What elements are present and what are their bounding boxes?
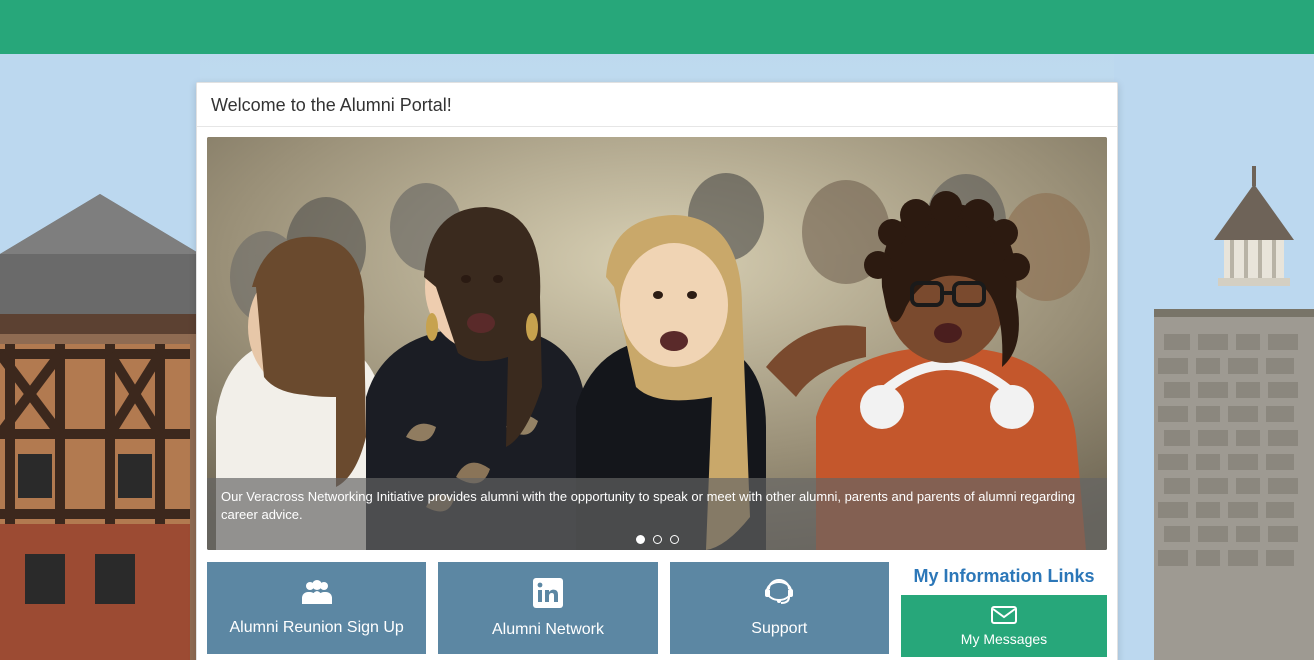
carousel-dot-1[interactable] bbox=[636, 535, 645, 544]
tile-label: Alumni Reunion Sign Up bbox=[230, 619, 404, 637]
carousel-dot-2[interactable] bbox=[653, 535, 662, 544]
hero-carousel[interactable]: Our Veracross Networking Initiative prov… bbox=[207, 137, 1107, 550]
tile-label: Alumni Network bbox=[492, 621, 604, 639]
group-icon bbox=[300, 580, 334, 611]
portal-card: Welcome to the Alumni Portal! bbox=[196, 82, 1118, 660]
tile-support[interactable]: Support bbox=[670, 562, 889, 654]
page-title: Welcome to the Alumni Portal! bbox=[197, 83, 1117, 127]
side-item-label: My Messages bbox=[961, 631, 1047, 647]
side-panel-title: My Information Links bbox=[901, 562, 1107, 589]
support-icon bbox=[763, 579, 795, 612]
carousel-dots bbox=[207, 535, 1107, 544]
linkedin-icon bbox=[533, 578, 563, 613]
carousel-dot-3[interactable] bbox=[670, 535, 679, 544]
tile-alumni-network[interactable]: Alumni Network bbox=[438, 562, 657, 654]
background-left bbox=[0, 54, 200, 660]
top-bar bbox=[0, 0, 1314, 54]
mail-icon bbox=[991, 606, 1017, 627]
tile-label: Support bbox=[751, 620, 807, 638]
tile-row: Alumni Reunion Sign Up Alumni Network Su… bbox=[207, 562, 1107, 657]
tile-alumni-reunion[interactable]: Alumni Reunion Sign Up bbox=[207, 562, 426, 654]
side-my-messages[interactable]: My Messages bbox=[901, 595, 1107, 657]
side-panel: My Information Links My Messages bbox=[901, 562, 1107, 657]
background-right bbox=[1114, 54, 1314, 660]
